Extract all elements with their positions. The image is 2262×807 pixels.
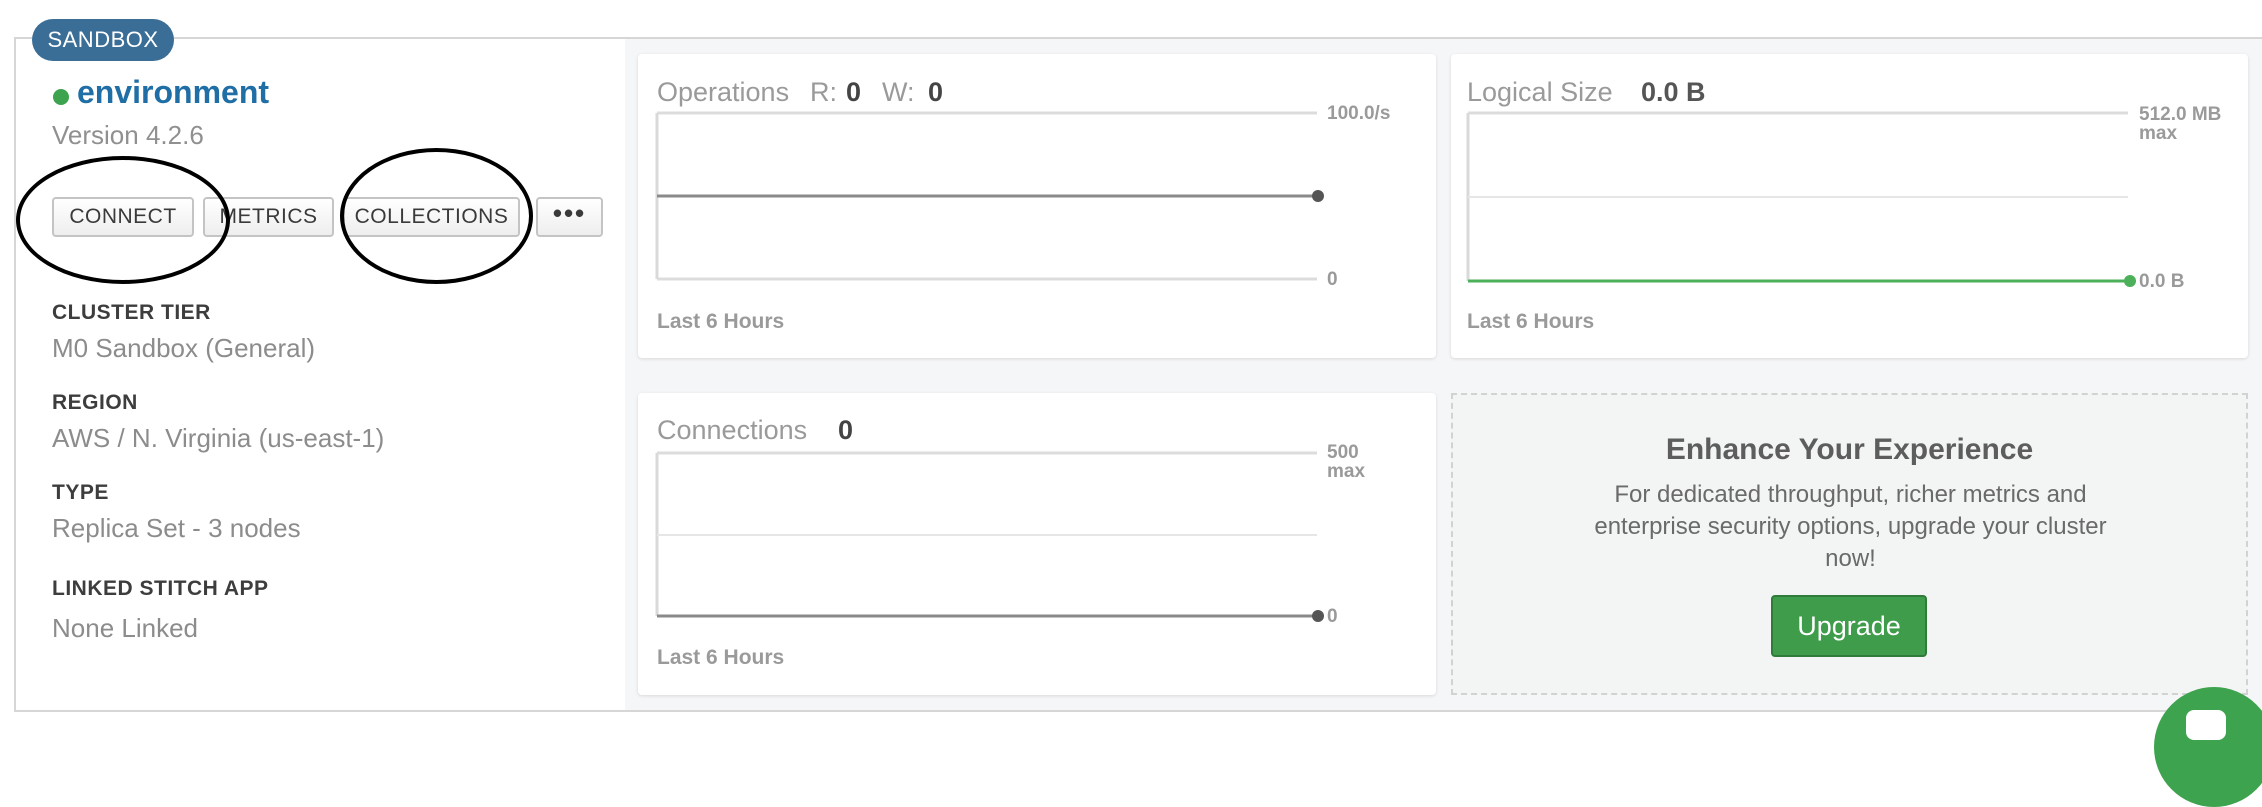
connect-button[interactable]: CONNECT <box>52 197 194 237</box>
operations-scale-min: 0 <box>1327 269 1338 290</box>
operations-card[interactable]: Operations R: 0 W: 0 100.0/s 0 Last 6 Ho… <box>638 54 1436 358</box>
logical-size-card[interactable]: Logical Size 0.0 B 512.0 MB max 0.0 B La… <box>1451 54 2248 358</box>
promo-text: For dedicated throughput, richer metrics… <box>1594 481 2107 572</box>
connections-card[interactable]: Connections 0 500 max 0 Last 6 Hours <box>638 393 1436 695</box>
type-label: TYPE <box>52 481 109 504</box>
cluster-tier-label: CLUSTER TIER <box>52 301 211 324</box>
linked-stitch-label: LINKED STITCH APP <box>52 577 269 600</box>
logical-size-series-point <box>2124 275 2136 287</box>
region-value: AWS / N. Virginia (us-east-1) <box>52 423 385 453</box>
logical-size-scale-max: 512.0 MB <box>2139 104 2222 125</box>
type-value: Replica Set - 3 nodes <box>52 513 301 543</box>
operations-footer: Last 6 Hours <box>657 310 785 333</box>
status-indicator-icon <box>53 89 69 105</box>
upgrade-button[interactable]: Upgrade <box>1771 595 1927 657</box>
metrics-button[interactable]: METRICS <box>203 197 334 237</box>
cluster-version: Version 4.2.6 <box>52 120 204 150</box>
operations-scale-max: 100.0/s <box>1327 103 1391 124</box>
sandbox-badge: SANDBOX <box>32 19 174 61</box>
cluster-tier-value: M0 Sandbox (General) <box>52 333 316 363</box>
promo-title: Enhance Your Experience <box>1665 433 2034 466</box>
upgrade-promo: Enhance Your Experience For dedicated th… <box>1451 393 2248 695</box>
logical-size-scale-max-sub: max <box>2139 123 2178 144</box>
more-options-icon: ••• <box>552 198 587 228</box>
linked-stitch-value: None Linked <box>52 613 198 643</box>
chat-icon <box>2186 710 2226 740</box>
connections-scale-current: 0 <box>1327 606 1338 627</box>
connections-scale-max-sub: max <box>1327 461 1366 482</box>
more-options-button[interactable]: ••• <box>536 197 603 237</box>
chat-button[interactable] <box>2154 687 2262 807</box>
logical-size-scale-current: 0.0 B <box>2139 271 2185 292</box>
logical-size-footer: Last 6 Hours <box>1467 310 1595 333</box>
region-label: REGION <box>52 391 138 414</box>
connections-footer: Last 6 Hours <box>657 646 785 669</box>
operations-series-point <box>1312 190 1324 202</box>
cluster-name-link[interactable]: environment <box>77 74 269 111</box>
collections-button[interactable]: COLLECTIONS <box>343 197 520 237</box>
connections-scale-max: 500 <box>1327 442 1359 463</box>
connections-series-point <box>1312 610 1324 622</box>
